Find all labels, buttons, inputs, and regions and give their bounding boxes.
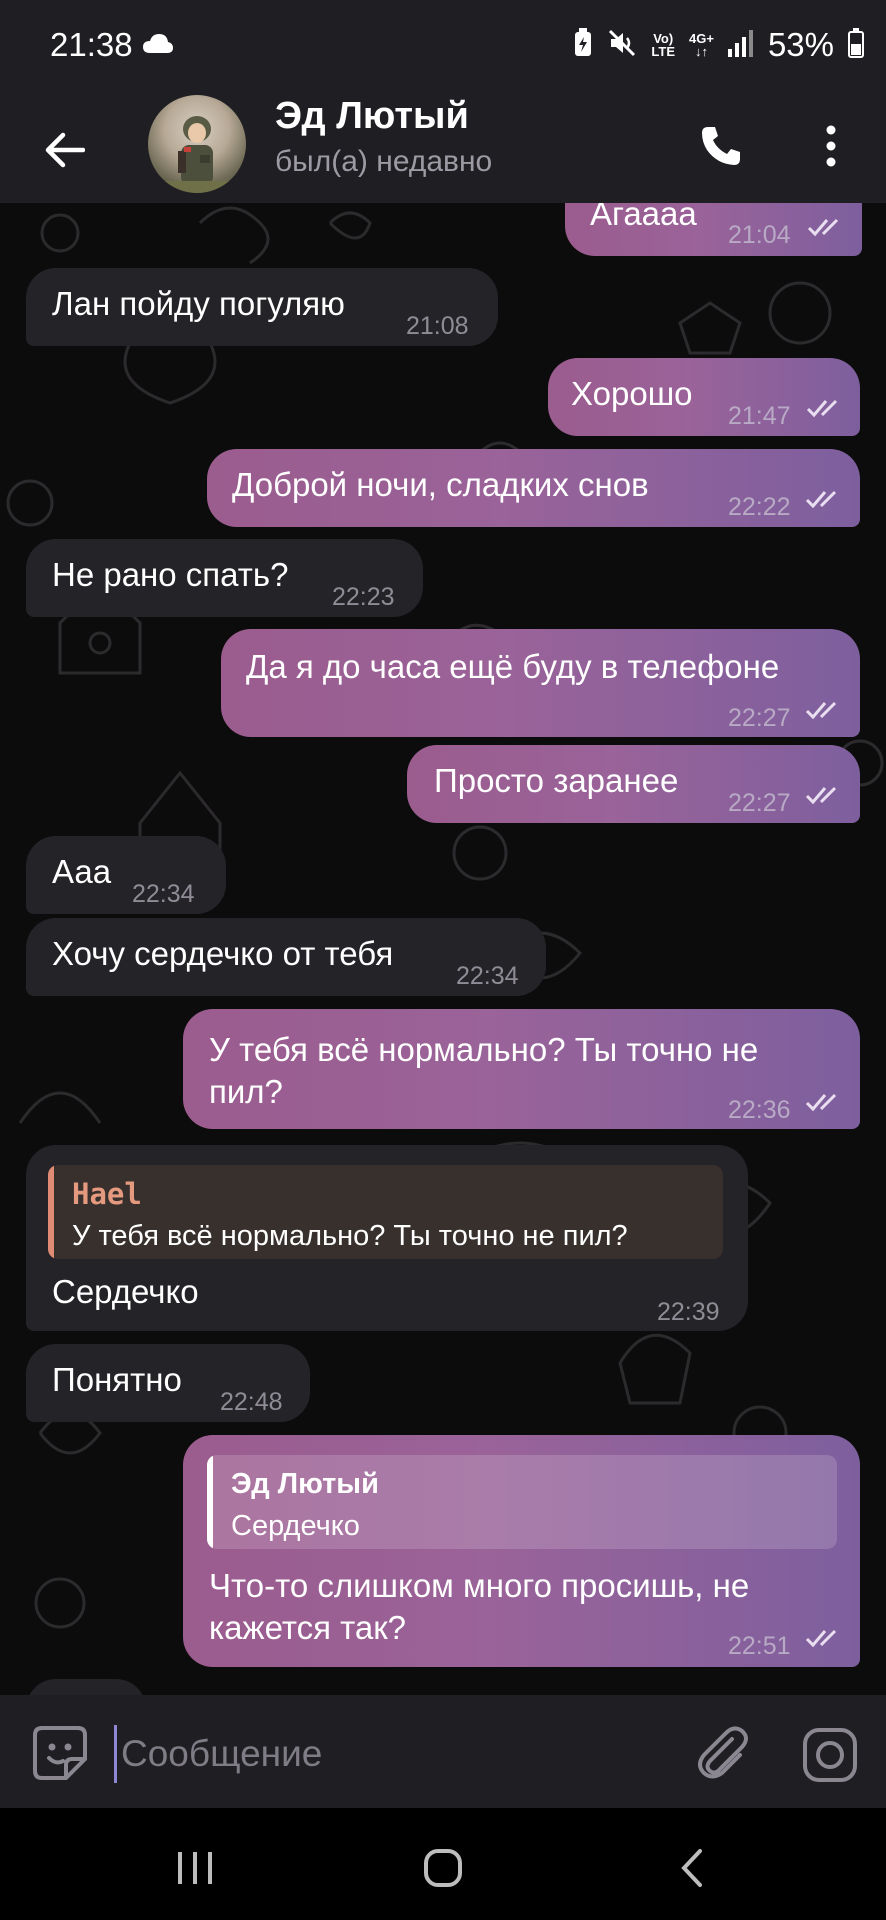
system-back-button[interactable] bbox=[658, 1838, 728, 1898]
network-indicator: 4G+ ↓↑ bbox=[689, 31, 714, 59]
message-incoming[interactable]: Ааа 22:34 bbox=[26, 836, 226, 914]
reply-quote[interactable]: Hael У тебя всё нормально? Ты точно не п… bbox=[48, 1165, 723, 1259]
message-incoming[interactable]: Лан пойду погуляю 21:08 bbox=[26, 268, 498, 346]
message-outgoing[interactable]: Да я до часа ещё буду в телефоне 22:27 bbox=[221, 629, 860, 737]
message-text: Хорошо bbox=[571, 375, 693, 412]
message-time: 21:04 bbox=[728, 221, 791, 249]
message-incoming[interactable]: Понятно 22:48 bbox=[26, 1344, 310, 1422]
message-outgoing[interactable]: Хорошо 21:47 bbox=[548, 358, 860, 436]
message-time: 22:22 bbox=[728, 493, 791, 521]
recent-apps-icon bbox=[178, 1852, 212, 1884]
emoji-button[interactable] bbox=[32, 1725, 88, 1781]
back-button[interactable] bbox=[30, 115, 100, 185]
message-text-line1: У тебя всё нормально? Ты точно не bbox=[209, 1031, 759, 1068]
chat-history[interactable]: Агаааа 21:04 Лан пойду погуляю 21:08 Хор… bbox=[0, 203, 886, 1695]
home-icon bbox=[424, 1849, 462, 1887]
reply-bar bbox=[48, 1165, 54, 1259]
message-text: Доброй ночи, сладких снов bbox=[232, 466, 649, 503]
double-check-icon bbox=[805, 1629, 837, 1648]
double-check-icon bbox=[805, 1093, 837, 1112]
status-icons: Vo) LTE 4G+ ↓↑ 53% bbox=[573, 26, 864, 64]
instagram-camera-icon bbox=[803, 1728, 857, 1782]
message-outgoing[interactable]: Просто заранее 22:27 bbox=[407, 745, 860, 823]
message-incoming[interactable]: Хочу сердечко от тебя 22:34 bbox=[26, 918, 546, 996]
battery-saver-icon bbox=[573, 27, 593, 63]
message-time: 22:23 bbox=[332, 583, 395, 611]
message-text: Не рано спать? bbox=[52, 556, 289, 593]
message-time: 22:36 bbox=[728, 1096, 791, 1124]
message-incoming[interactable]: Не рано спать? 22:23 bbox=[26, 539, 423, 617]
message-text: Да я до часа ещё буду в телефоне bbox=[246, 648, 780, 685]
reply-text: У тебя всё нормально? Ты точно не пил? bbox=[72, 1220, 628, 1252]
mute-icon bbox=[607, 28, 637, 63]
double-check-icon bbox=[805, 786, 837, 805]
message-time: 21:08 bbox=[406, 312, 469, 340]
message-outgoing-reply[interactable]: Эд Лютый Сердечко Что-то слишком много п… bbox=[183, 1435, 860, 1667]
contact-status: был(а) недавно bbox=[275, 145, 493, 178]
message-time: 22:27 bbox=[728, 789, 791, 817]
reply-quote[interactable]: Эд Лютый Сердечко bbox=[207, 1455, 837, 1549]
more-options-button[interactable] bbox=[800, 115, 862, 177]
chevron-left-icon bbox=[681, 1849, 702, 1887]
signal-icon bbox=[727, 29, 754, 62]
avatar-image bbox=[148, 116, 246, 193]
message-text: Агаааа bbox=[590, 203, 697, 232]
avatar[interactable] bbox=[148, 95, 246, 193]
contact-name[interactable]: Эд Лютый bbox=[275, 95, 469, 138]
message-text: Лан пойду погуляю bbox=[52, 285, 345, 322]
message-time: 22:51 bbox=[728, 1632, 791, 1660]
recent-apps-button[interactable] bbox=[160, 1838, 230, 1898]
message-outgoing[interactable]: Доброй ночи, сладких снов 22:22 bbox=[207, 449, 860, 527]
message-time: 22:34 bbox=[132, 880, 195, 908]
arrow-left-icon bbox=[45, 132, 85, 168]
call-button[interactable] bbox=[690, 115, 752, 177]
message-time: 22:27 bbox=[728, 704, 791, 732]
more-vertical-icon bbox=[826, 125, 836, 167]
message-incoming-reply[interactable]: Hael У тебя всё нормально? Ты точно не п… bbox=[26, 1145, 748, 1331]
phone-icon bbox=[702, 127, 740, 165]
double-check-icon bbox=[806, 399, 838, 418]
message-time: 22:39 bbox=[657, 1298, 720, 1326]
reply-author: Эд Лютый bbox=[231, 1468, 379, 1500]
message-text-line2: кажется так? bbox=[209, 1609, 407, 1646]
battery-icon bbox=[848, 27, 864, 63]
message-text-line1: Что-то слишком много просишь, не bbox=[209, 1567, 750, 1604]
system-navigation-bar bbox=[0, 1808, 886, 1920]
double-check-icon bbox=[805, 490, 837, 509]
message-time: 22:48 bbox=[220, 1388, 283, 1416]
message-text: Просто заранее bbox=[434, 762, 679, 799]
battery-percent: 53% bbox=[767, 26, 834, 63]
reply-text: Сердечко bbox=[231, 1510, 360, 1542]
message-outgoing[interactable]: Агаааа 21:04 bbox=[565, 203, 862, 256]
message-text: Сердечко bbox=[52, 1273, 199, 1310]
sticker-smile-icon bbox=[33, 1726, 87, 1780]
reply-author: Hael bbox=[72, 1177, 142, 1211]
message-text: Хочу сердечко от тебя bbox=[52, 935, 394, 972]
status-bar: 21:38 Vo) LTE 4G+ ↓↑ 53% bbox=[0, 0, 886, 95]
paperclip-icon bbox=[698, 1726, 748, 1779]
home-button[interactable] bbox=[408, 1838, 478, 1898]
message-time: 21:47 bbox=[728, 402, 791, 430]
message-text: Ааа bbox=[52, 853, 112, 890]
double-check-icon bbox=[807, 218, 839, 237]
cloud-icon bbox=[142, 33, 174, 60]
double-check-icon bbox=[805, 701, 837, 720]
message-input[interactable] bbox=[114, 1725, 683, 1783]
message-text: Понятно bbox=[52, 1361, 182, 1398]
chat-header: Эд Лютый был(а) недавно bbox=[0, 95, 886, 203]
camera-button[interactable] bbox=[800, 1725, 860, 1785]
message-composer bbox=[0, 1695, 886, 1808]
message-text-line2: пил? bbox=[209, 1073, 283, 1110]
message-outgoing[interactable]: У тебя всё нормально? Ты точно не пил? 2… bbox=[183, 1009, 860, 1129]
message-incoming-partial[interactable] bbox=[26, 1679, 146, 1695]
reply-bar bbox=[207, 1455, 213, 1549]
volte-indicator: Vo) LTE bbox=[651, 31, 675, 59]
attach-button[interactable] bbox=[692, 1723, 752, 1783]
status-time: 21:38 bbox=[50, 26, 133, 63]
message-time: 22:34 bbox=[456, 962, 519, 990]
